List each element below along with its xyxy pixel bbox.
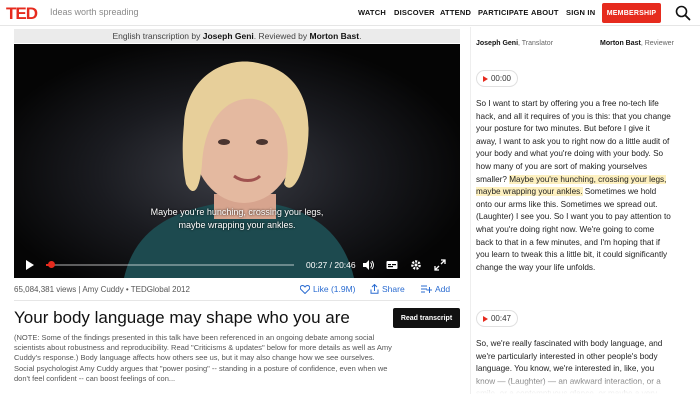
progress-bar[interactable] — [46, 264, 294, 266]
heart-icon — [300, 284, 310, 294]
fullscreen-icon[interactable] — [434, 259, 446, 271]
ted-logo[interactable]: TED — [6, 4, 38, 24]
timestamp-label: 00:00 — [490, 74, 512, 83]
caption-line-2: maybe wrapping your ankles. — [178, 220, 296, 230]
captions-icon[interactable] — [386, 259, 398, 271]
translator-credit: Joseph Geni, Translator — [476, 40, 553, 47]
translator-role: , Translator — [518, 40, 554, 47]
nav-watch[interactable]: WATCH — [358, 8, 386, 17]
reviewer-name[interactable]: Morton Bast — [600, 40, 641, 47]
banner-prefix: English transcription by — [112, 31, 203, 41]
add-to-list-icon — [421, 285, 432, 293]
timestamp-label: 00:47 — [490, 314, 512, 323]
video-controls: 00:27 / 20:46 — [14, 252, 460, 278]
translator-name[interactable]: Joseph Geni — [476, 40, 518, 47]
read-transcript-button[interactable]: Read transcript — [393, 308, 460, 328]
play-triangle-icon — [482, 315, 488, 322]
talk-description: (NOTE: Some of the findings presented in… — [14, 333, 392, 383]
membership-button[interactable]: MEMBERSHIP — [602, 3, 661, 23]
top-header: TED Ideas worth spreading WATCH DISCOVER… — [0, 0, 700, 26]
transcript-text: So I want to start by offering you a fre… — [476, 99, 671, 184]
nav-discover[interactable]: DISCOVER — [394, 8, 435, 17]
add-button[interactable]: Add — [421, 284, 450, 294]
talk-meta: 65,084,381 views | Amy Cuddy • TEDGlobal… — [14, 285, 190, 294]
reviewer-credit: Morton Bast, Reviewer — [600, 40, 674, 47]
play-triangle-icon — [482, 75, 488, 82]
scroll-fade — [472, 370, 700, 394]
transcript-paragraph[interactable]: So I want to start by offering you a fre… — [476, 98, 671, 274]
meta-divider — [14, 300, 460, 301]
banner-suffix: . — [359, 31, 362, 41]
progress-handle[interactable] — [48, 261, 56, 268]
tagline: Ideas worth spreading — [50, 7, 139, 17]
video-player[interactable]: Maybe you're hunching, crossing your leg… — [14, 44, 460, 278]
video-caption: Maybe you're hunching, crossing your leg… — [14, 206, 460, 232]
timestamp-button[interactable]: 00:47 — [476, 310, 518, 327]
time-display: 00:27 / 20:46 — [306, 260, 356, 270]
banner-middle: . Reviewed by — [253, 31, 310, 41]
timestamp-button[interactable]: 00:00 — [476, 70, 518, 87]
share-icon — [370, 284, 379, 294]
nav-attend[interactable]: ATTEND — [440, 8, 471, 17]
play-icon[interactable] — [25, 260, 35, 270]
banner-transcriber[interactable]: Joseph Geni — [203, 31, 254, 41]
caption-line-1: Maybe you're hunching, crossing your leg… — [150, 207, 324, 217]
nav-sign-in[interactable]: SIGN IN — [566, 8, 595, 17]
talk-title: Your body language may shape who you are — [14, 308, 350, 327]
transcript-text: Sometimes we hold onto our arms like thi… — [476, 187, 671, 272]
volume-icon[interactable] — [362, 259, 374, 271]
settings-gear-icon[interactable] — [410, 259, 422, 271]
nav-participate[interactable]: PARTICIPATE — [478, 8, 529, 17]
share-button[interactable]: Share — [370, 284, 405, 294]
add-label: Add — [435, 284, 451, 294]
nav-about[interactable]: ABOUT — [531, 8, 559, 17]
search-icon[interactable] — [675, 5, 691, 21]
speaker-silhouette — [124, 61, 354, 278]
banner-reviewer[interactable]: Morton Bast — [310, 31, 360, 41]
share-label: Share — [382, 284, 405, 294]
transcription-banner: English transcription by Joseph Geni. Re… — [14, 29, 460, 43]
like-label: Like (1.9M) — [313, 284, 356, 294]
reviewer-role: , Reviewer — [640, 40, 674, 47]
pane-divider — [470, 27, 471, 394]
like-button[interactable]: Like (1.9M) — [300, 284, 356, 294]
